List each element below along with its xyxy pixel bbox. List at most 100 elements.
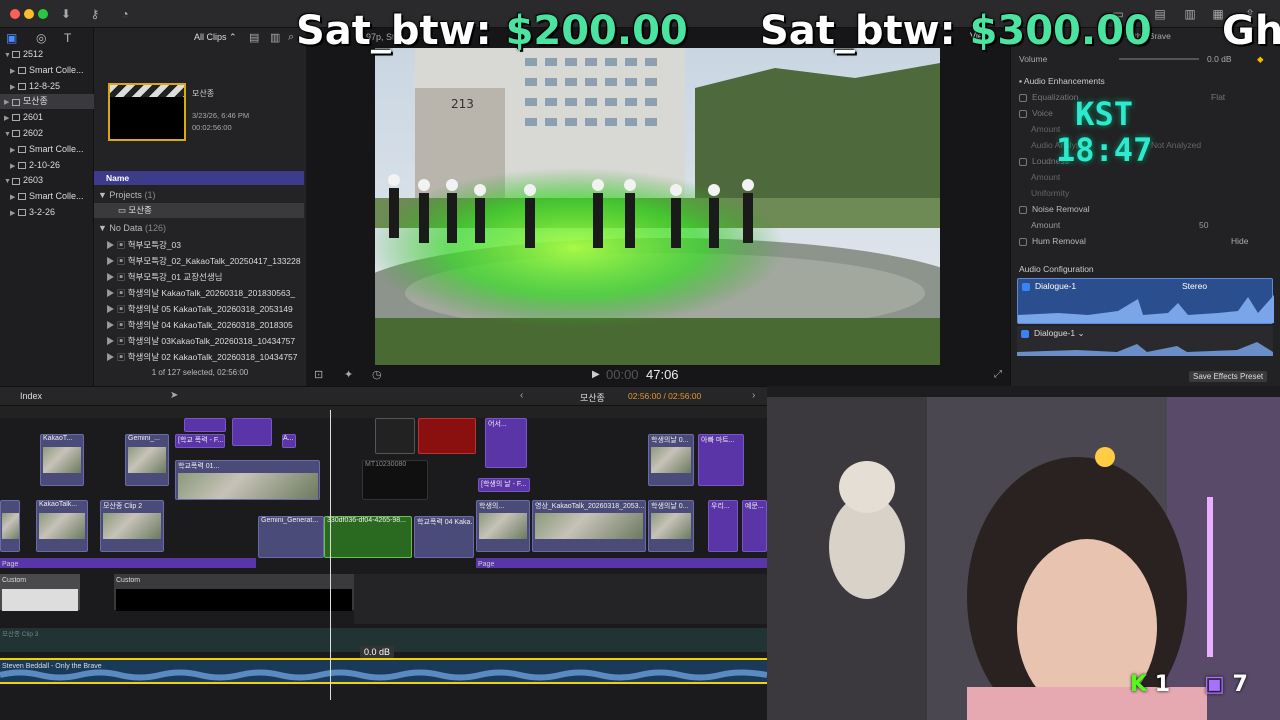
disclosure-icon[interactable]: ▼ [4,48,12,62]
timeline-index-button[interactable]: Index [20,391,42,401]
disclosure-icon[interactable]: ▼ [4,127,12,141]
minimize-window-button[interactable] [24,9,34,19]
clip-row[interactable]: ▶ ▣ 학생의날 02 KakaoTalk_20260318_10434757 [94,349,306,365]
kakaotalk-clip[interactable]: KakaoTalk... [36,500,88,552]
hide-button[interactable]: Hide [1231,234,1248,248]
library-item[interactable]: ▶ Smart Colle... [0,142,94,157]
filter-dropdown[interactable]: All Clips ⌃ [194,32,237,43]
name-column-header[interactable]: Name [94,171,304,185]
viewer-view-options-icon[interactable]: ⊡ [314,368,323,381]
loudness-checkbox[interactable] [1019,157,1027,166]
gemini-gen-clip[interactable]: Gemini_Generat... [258,516,324,558]
photos-tab-icon[interactable]: ◎ [36,31,46,45]
ext-clip[interactable]: 예문... [742,500,767,552]
library-item[interactable]: ▶ 2601 [0,110,94,125]
clip-thumbnail[interactable] [108,83,186,141]
eq-preset[interactable]: Flat [1211,90,1225,104]
other-clip[interactable]: 아빠 마트... [698,434,744,486]
disclosure-icon[interactable]: ▶ [10,64,18,78]
import-icon[interactable]: ⬇ [56,6,76,22]
search-icon[interactable]: ⌕ [288,31,294,44]
close-window-button[interactable] [10,9,20,19]
library-item[interactable]: ▶ 2-10-26 [0,158,94,173]
custom-title-clip[interactable]: Custom [114,574,354,611]
save-effects-preset-button[interactable]: Save Effects Preset [1189,371,1268,382]
library-item[interactable]: ▶ 3-2-26 [0,205,94,220]
back-icon[interactable]: ‹ [520,390,523,401]
disclosure-icon[interactable]: ▶ [10,80,18,94]
key-icon[interactable]: ⚷ [85,6,105,22]
timeline-toggle-icon[interactable]: ▥ [1180,6,1200,22]
music-clip[interactable]: Steven Beddall - Only the Brave [0,658,767,684]
page-bar[interactable]: Page [476,558,767,568]
purple-clip[interactable] [184,418,226,432]
student-clip[interactable]: 학생의날 0... [648,434,694,486]
filmstrip-icon[interactable]: ▥ [270,31,280,44]
timeline-ruler[interactable] [0,406,767,418]
dialogue2-checkbox[interactable] [1021,329,1029,338]
zoom-window-button[interactable] [38,9,48,19]
keyframe-icon[interactable]: ◆ [1257,52,1264,66]
disclosure-icon[interactable]: ▼ [4,174,12,188]
background-tasks-icon[interactable]: ◔ [115,6,135,22]
primary-clip[interactable] [0,500,20,552]
student-day-clip[interactable]: 학생의... [476,500,530,552]
custom-title-clip[interactable]: Custom [0,574,80,611]
school01-clip[interactable]: 학교폭력 01... [175,460,320,500]
clip-row[interactable]: ▶ ▣ 혁부모특강_02_KakaoTalk_20250417_133228 [94,253,306,269]
events-clip[interactable]: 어서... [485,418,527,468]
equalization-checkbox[interactable] [1019,93,1027,102]
project-item[interactable]: ▭ 모산종 [94,203,304,218]
enhance-icon[interactable]: ✦ [344,368,353,381]
student-day2-clip[interactable]: 학생의날 0... [648,500,694,552]
hum-removal-checkbox[interactable] [1019,237,1027,246]
library-item[interactable]: ▼ 2512 [0,47,94,62]
select-tool-icon[interactable]: ➤ [170,390,178,401]
disclosure-icon[interactable]: ▶ [4,111,12,125]
student-event-clip[interactable]: [학생의 날 - F... [478,478,530,492]
library-item[interactable]: ▼ 2602 [0,126,94,141]
titles-tab-icon[interactable]: T [64,31,71,45]
forward-icon[interactable]: › [752,390,755,401]
hash-clip[interactable]: 330df036-df04-4265-98... [324,516,412,558]
clip-row[interactable]: ▶ ▣ 학생의날 05 KakaoTalk_20260318_2053149 [94,301,306,317]
library-item[interactable]: ▶ Smart Colle... [0,189,94,204]
clip-row[interactable]: ▶ ▣ 학생의날 04 KakaoTalk_20260318_2018305 [94,317,306,333]
dialogue-channel-1[interactable]: Dialogue-1 Stereo [1017,278,1274,324]
fullscreen-icon[interactable]: ⤢ [994,369,1002,380]
disclosure-icon[interactable]: ▶ [10,159,18,173]
volume-slider[interactable] [1119,58,1199,60]
clip-row[interactable]: ▶ ▣ 학생의날 03KakaoTalk_20260318_10434757 [94,333,306,349]
disclosure-icon[interactable]: ▶ [4,95,12,109]
nodata-group[interactable]: ▼ No Data (126) [98,223,166,233]
mt-clip[interactable]: MT10230080 [362,460,428,500]
timeline-project[interactable]: 모산종 [580,391,605,404]
disclosure-icon[interactable]: ▶ [10,206,18,220]
disclosure-icon[interactable]: ▶ [10,143,18,157]
clip-row[interactable]: ▶ ▣ 혁부모특강_01 교장선생님 [94,269,306,285]
library-item[interactable]: ▶ 12-8-25 [0,79,94,94]
libraries-tab-icon[interactable]: ▣ [6,31,17,45]
school-clip[interactable]: [학교 폭력 - F... [175,434,225,448]
dialogue-channel-2[interactable]: Dialogue-1 ⌄ [1017,326,1273,356]
library-item[interactable]: ▶ 모산종 [0,94,94,110]
red-clip[interactable] [418,418,476,454]
dialogue1-checkbox[interactable] [1022,282,1030,291]
noise-removal-checkbox[interactable] [1019,205,1027,214]
dark-clip[interactable] [375,418,415,454]
voice-checkbox[interactable] [1019,109,1027,118]
browser-toggle-icon[interactable]: ▤ [1150,6,1170,22]
clip-row[interactable]: ▶ ▣ 학생의날 KakaoTalk_20260318_201830563_ [94,285,306,301]
library-item[interactable]: ▼ 2603 [0,173,94,188]
clip-appearance-icon[interactable]: ▤ [249,31,259,44]
projects-group[interactable]: ▼ Projects (1) [98,190,155,200]
gemini-clip[interactable]: Gemini_... [125,434,169,486]
play-icon[interactable]: ▶ [592,369,600,380]
speed-icon[interactable]: ◷ [372,368,382,381]
stereo-dropdown[interactable]: Stereo [1182,281,1207,291]
playhead[interactable] [330,410,331,700]
page-bar[interactable]: Page [0,558,256,568]
mosan-clip-2[interactable]: 모산종 Clip 2 [100,500,164,552]
noise-amount-value[interactable]: 50 [1199,218,1208,232]
kakao-long-clip[interactable]: 영상_KakaoTalk_20260318_2053... [532,500,646,552]
